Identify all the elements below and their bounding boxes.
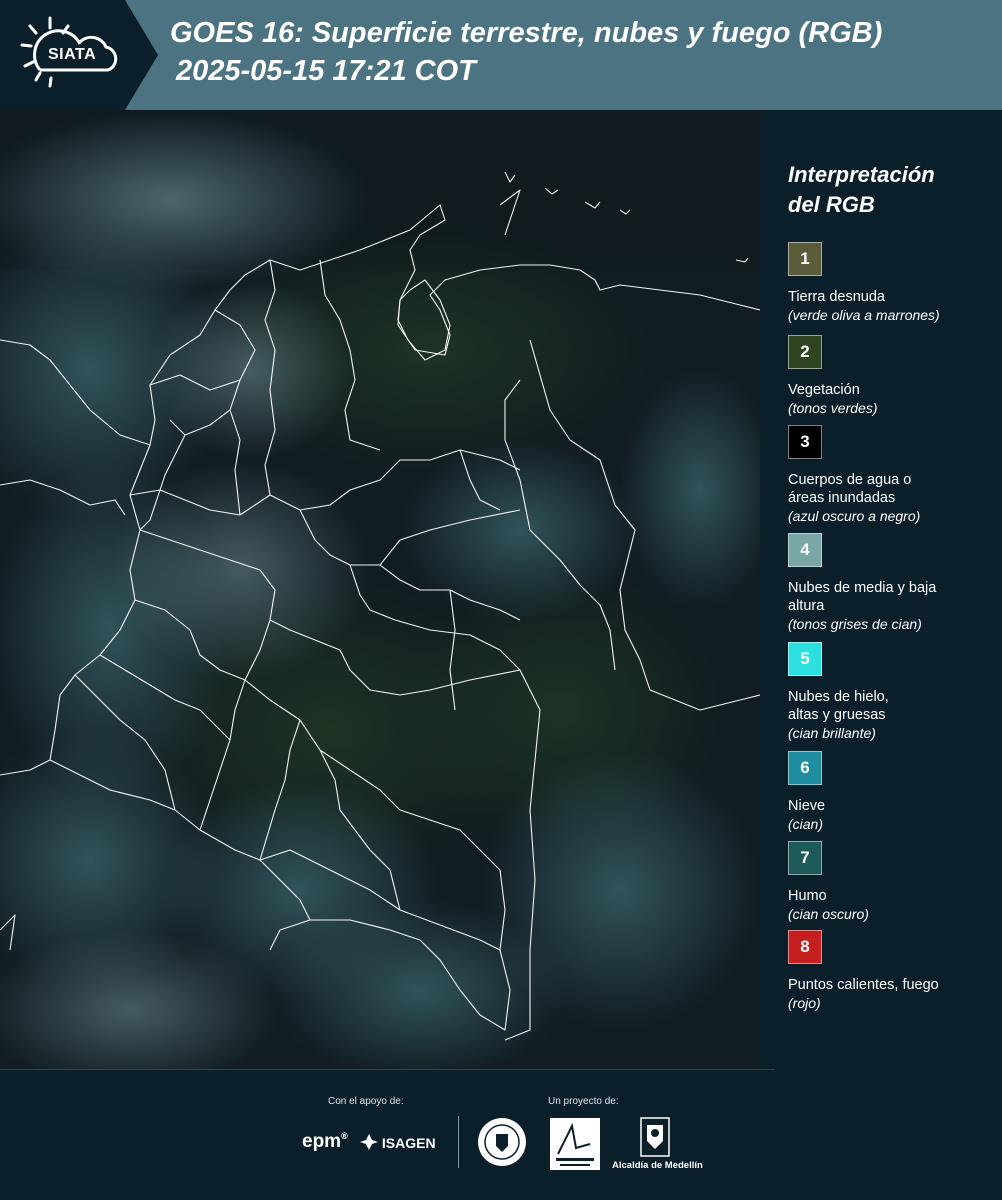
legend-item: 8 Puntos calientes, fuego (rojo)	[788, 930, 993, 1012]
support-label: Con el apoyo de:	[328, 1096, 404, 1107]
legend-sublabel: (tonos grises de cian)	[788, 616, 922, 632]
project-label: Un proyecto de:	[548, 1096, 619, 1107]
legend-sublabel: (cian oscuro)	[788, 906, 869, 922]
legend-swatch: 6	[788, 751, 822, 785]
medellin-coat-of-arms-icon	[640, 1117, 670, 1157]
legend-label: Nubes de hielo, altas y gruesas	[788, 689, 889, 723]
legend-swatch: 1	[788, 242, 822, 276]
legend-swatch: 4	[788, 533, 822, 567]
isagen-logo: ISAGEN	[360, 1134, 436, 1151]
legend-label: Puntos calientes, fuego	[788, 977, 939, 993]
legend-item: 2 Vegetación (tonos verdes)	[788, 335, 993, 417]
legend-swatch: 8	[788, 930, 822, 964]
legend-swatch: 2	[788, 335, 822, 369]
legend-item: 4 Nubes de media y baja altura (tonos gris…	[788, 533, 993, 633]
legend-sublabel: (verde oliva a marrones)	[788, 307, 940, 323]
legend-sublabel: (rojo)	[788, 995, 821, 1011]
legend-title-line-2: del RGB	[788, 192, 875, 217]
siata-logo: SIATA	[0, 0, 160, 110]
header-bar: SIATA GOES 16: Superficie terrestre, nub…	[0, 0, 1002, 110]
epm-logo: epm®	[302, 1131, 348, 1152]
legend-label: Nieve	[788, 798, 826, 814]
alcaldia-logo-text: Alcaldía de Medellín	[612, 1160, 703, 1171]
footer-divider-line	[0, 1069, 775, 1070]
satellite-map[interactable]	[0, 110, 760, 1070]
legend-label: Vegetación	[788, 382, 860, 398]
footer-divider	[458, 1116, 459, 1168]
title-line-1: GOES 16: Superficie terrestre, nubes y f…	[170, 17, 883, 49]
legend-swatch: 5	[788, 642, 822, 676]
epm-logo-text: epm	[302, 1131, 342, 1152]
legend-label: Humo	[788, 888, 827, 904]
title-line-2: 2025-05-15 17:21 COT	[176, 55, 476, 87]
legend-sublabel: (tonos verdes)	[788, 400, 878, 416]
page-title: GOES 16: Superficie terrestre, nubes y f…	[170, 14, 995, 90]
legend-item: 3 Cuerpos de agua o áreas inundadas (azul …	[788, 425, 993, 525]
legend-swatch: 3	[788, 425, 822, 459]
legend-sublabel: (azul oscuro a negro)	[788, 508, 921, 524]
legend-label: Cuerpos de agua o áreas inundadas	[788, 472, 912, 506]
legend-label: Nubes de media y baja altura	[788, 580, 937, 614]
legend-title: Interpretación del RGB	[788, 160, 993, 220]
isagen-icon	[360, 1134, 378, 1150]
legend-sublabel: (cian)	[788, 816, 824, 832]
logo-text: SIATA	[48, 46, 97, 63]
legend-item: 1 Tierra desnuda (verde oliva a marrones)	[788, 242, 993, 324]
legend-sublabel: (cian brillante)	[788, 725, 876, 741]
university-seal-icon	[478, 1118, 526, 1166]
legend-item: 5 Nubes de hielo, altas y gruesas (cian br…	[788, 642, 993, 742]
legend-title-line-1: Interpretación	[788, 162, 935, 187]
map-image	[0, 110, 760, 1070]
isagen-logo-text: ISAGEN	[381, 1135, 436, 1151]
legend-label: Tierra desnuda	[788, 289, 885, 305]
legend-item: 6 Nieve (cian)	[788, 751, 993, 833]
area-metropolitana-logo	[550, 1118, 600, 1170]
legend-swatch: 7	[788, 841, 822, 875]
legend-panel: Interpretación del RGB	[788, 160, 993, 232]
legend-item: 7 Humo (cian oscuro)	[788, 841, 993, 923]
